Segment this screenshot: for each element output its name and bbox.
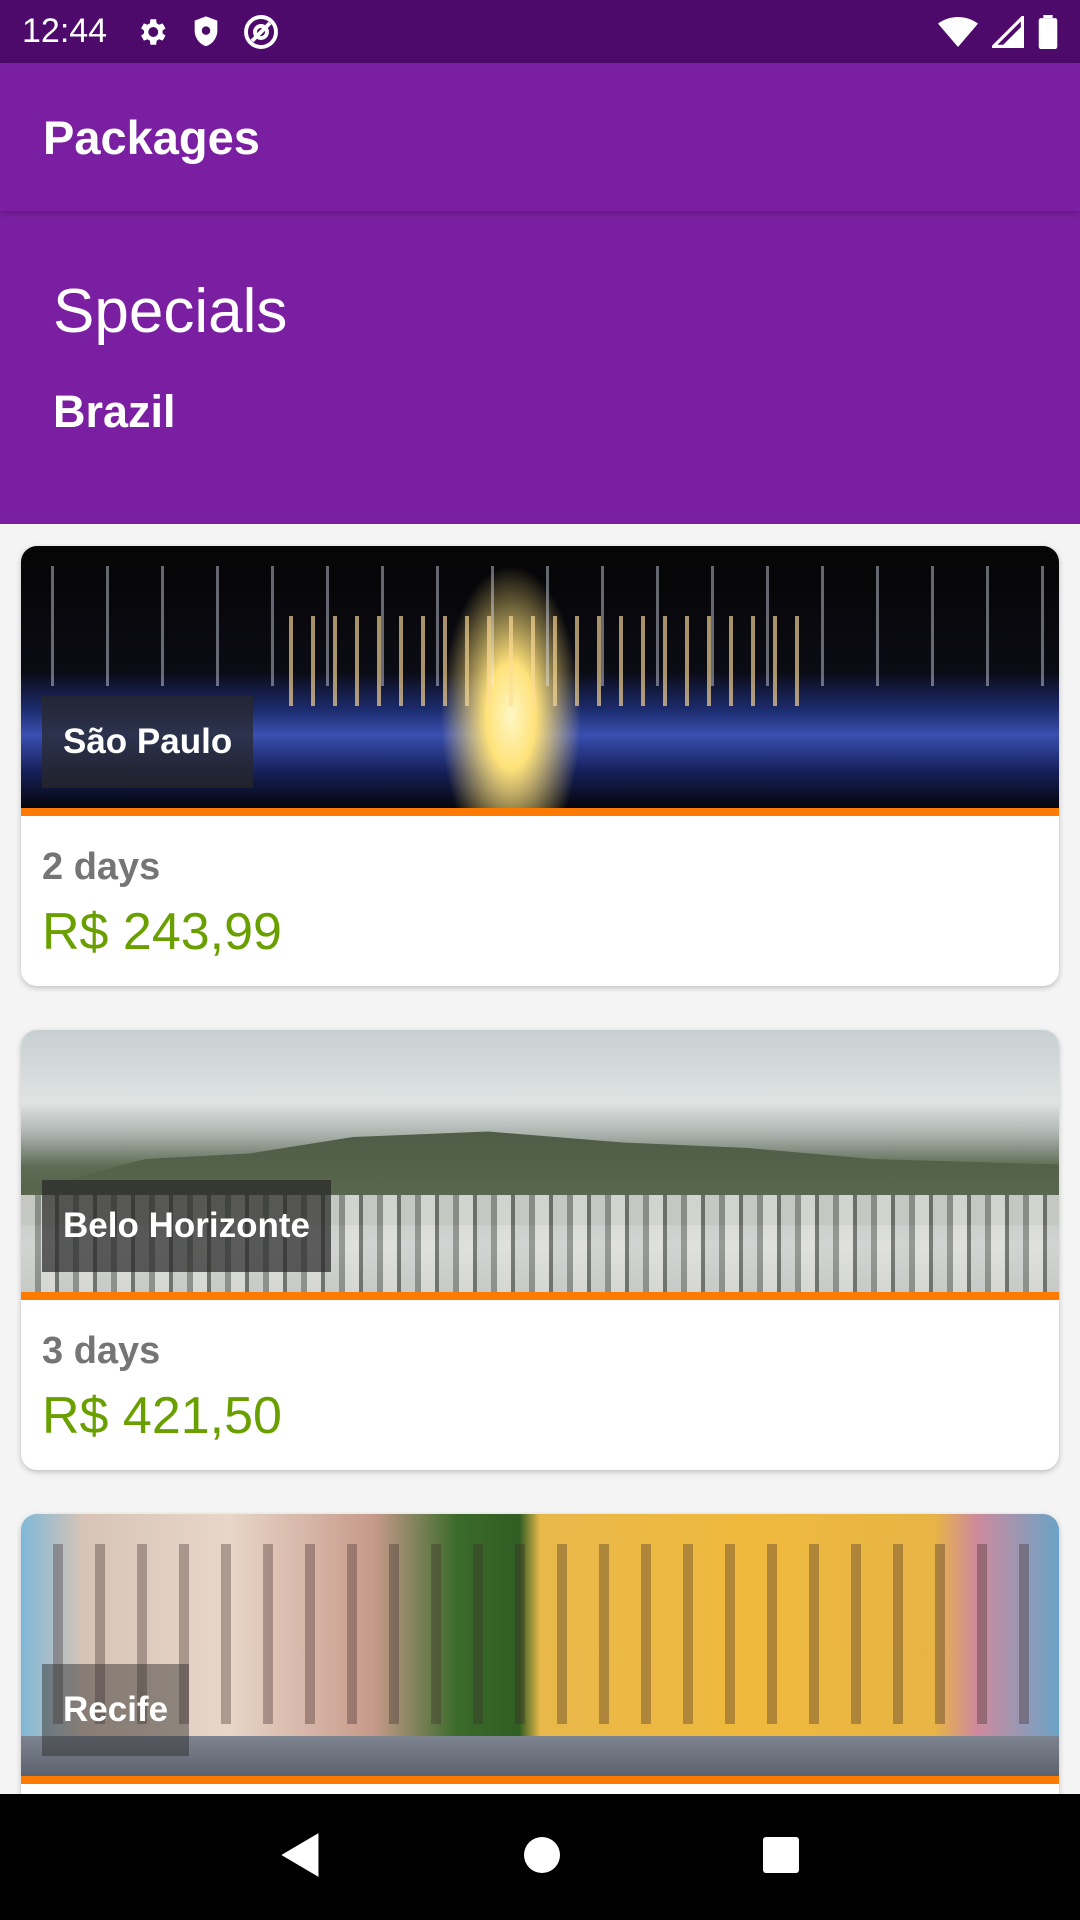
status-icons-left [135,14,279,50]
package-details: 3 days R$ 421,50 [21,1300,1059,1470]
at-sign-icon [243,14,279,50]
package-card[interactable]: Recife [21,1514,1059,1794]
signal-icon [992,15,1024,48]
shield-icon [191,15,221,49]
specials-header: Specials Brazil [0,211,1080,524]
gear-icon [135,15,169,49]
package-days: 3 days [42,1330,161,1372]
recents-icon[interactable] [761,1835,801,1880]
app-title: Packages [43,110,260,164]
home-icon[interactable] [522,1835,562,1880]
card-accent-line [21,1776,1059,1784]
status-time: 12:44 [22,12,108,50]
card-accent-line [21,808,1059,816]
package-photo: São Paulo [21,546,1059,808]
battery-icon [1038,14,1058,49]
package-city-label: São Paulo [42,696,254,788]
package-city-label: Recife [42,1664,190,1756]
status-bar: 12:44 [0,0,1080,63]
package-list[interactable]: São Paulo 2 days R$ 243,99 Belo Horizont… [0,524,1080,1794]
package-card[interactable]: Belo Horizonte 3 days R$ 421,50 [21,1030,1059,1470]
system-nav-bar [0,1794,1080,1920]
package-price: R$ 421,50 [42,1387,282,1445]
package-photo: Recife [21,1514,1059,1776]
back-icon[interactable] [279,1831,323,1884]
country-subtitle: Brazil [53,386,176,437]
status-icons-right [938,14,1058,49]
app-bar: Packages [0,63,1080,211]
package-price: R$ 243,99 [42,903,282,961]
package-photo: Belo Horizonte [21,1030,1059,1292]
specials-title: Specials [53,277,288,346]
package-card[interactable]: São Paulo 2 days R$ 243,99 [21,546,1059,986]
wifi-icon [938,16,978,48]
card-accent-line [21,1292,1059,1300]
package-details: 2 days R$ 243,99 [21,816,1059,986]
package-details [21,1784,1059,1794]
package-days: 2 days [42,846,161,888]
package-city-label: Belo Horizonte [42,1180,331,1272]
